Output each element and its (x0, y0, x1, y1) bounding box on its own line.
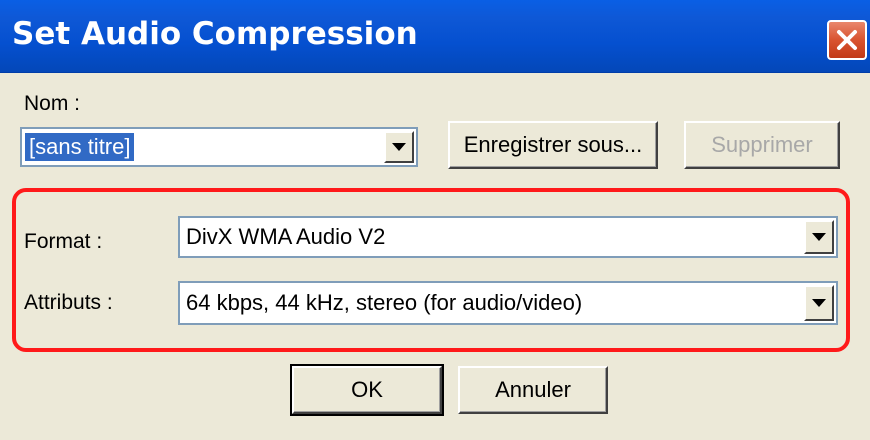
attributes-dropdown-arrow[interactable] (804, 285, 834, 321)
name-dropdown[interactable]: [sans titre] (20, 127, 418, 167)
format-highlight-box (12, 188, 850, 352)
name-dropdown-arrow[interactable] (384, 131, 414, 163)
delete-button[interactable]: Supprimer (684, 121, 840, 169)
cancel-button[interactable]: Annuler (458, 366, 608, 414)
attributes-dropdown-value: 64 kbps, 44 kHz, stereo (for audio/video… (186, 290, 583, 315)
format-dropdown-arrow[interactable] (804, 220, 834, 254)
window-title: Set Audio Compression (12, 16, 418, 52)
save-as-button[interactable]: Enregistrer sous... (448, 121, 658, 169)
format-label: Format : (24, 230, 103, 253)
chevron-down-icon (392, 143, 406, 151)
ok-button[interactable]: OK (290, 364, 444, 416)
attributes-dropdown[interactable]: 64 kbps, 44 kHz, stereo (for audio/video… (178, 281, 838, 325)
chevron-down-icon (812, 299, 826, 307)
attributes-label: Attributs : (24, 291, 113, 314)
name-dropdown-value: [sans titre] (25, 133, 135, 161)
title-bar[interactable]: Set Audio Compression (0, 0, 870, 73)
name-label: Nom : (24, 92, 81, 115)
close-icon (837, 30, 857, 50)
format-dropdown-value: DivX WMA Audio V2 (186, 224, 386, 249)
format-dropdown[interactable]: DivX WMA Audio V2 (178, 216, 838, 258)
close-button[interactable] (827, 20, 867, 60)
chevron-down-icon (812, 233, 826, 241)
